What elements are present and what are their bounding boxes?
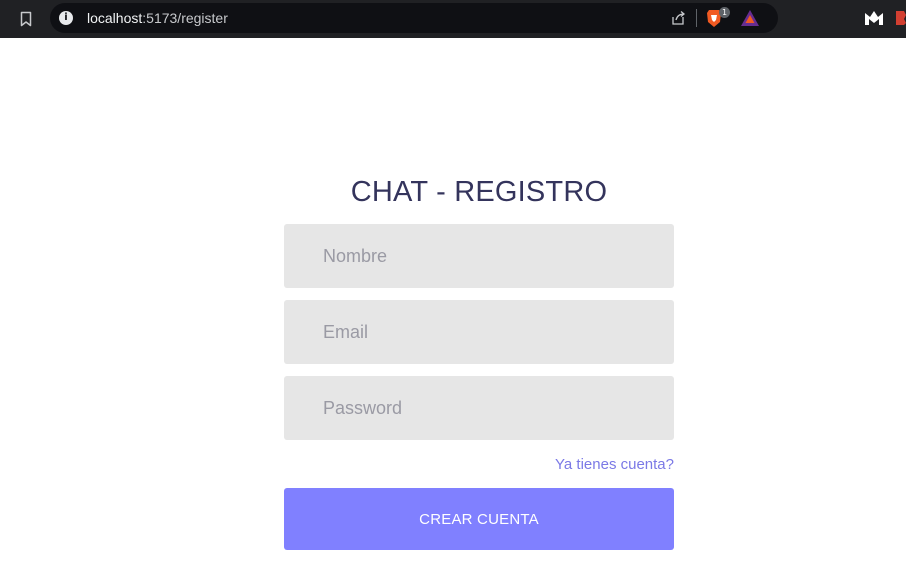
toolbar-divider — [696, 9, 697, 27]
shield-count-badge: 1 — [719, 7, 730, 18]
page-title: CHAT - REGISTRO — [350, 176, 608, 208]
address-bar[interactable]: i localhost:5173/register 1 — [50, 3, 778, 33]
brave-rewards-icon[interactable] — [740, 9, 760, 27]
bookmark-icon[interactable] — [17, 9, 35, 29]
extension-icon[interactable] — [894, 9, 906, 27]
url-host: localhost — [87, 10, 143, 26]
extension-m-icon[interactable] — [864, 10, 884, 26]
password-input[interactable] — [284, 376, 674, 440]
email-input[interactable] — [284, 300, 674, 364]
create-account-button[interactable]: CREAR CUENTA — [284, 488, 674, 550]
info-icon[interactable]: i — [59, 11, 73, 25]
login-link[interactable]: Ya tienes cuenta? — [500, 456, 674, 473]
url-text[interactable]: localhost:5173/register — [87, 10, 228, 26]
name-input[interactable] — [284, 224, 674, 288]
share-icon[interactable] — [670, 10, 686, 26]
url-path: :5173/register — [142, 10, 228, 26]
browser-toolbar: i localhost:5173/register 1 — [0, 0, 906, 38]
